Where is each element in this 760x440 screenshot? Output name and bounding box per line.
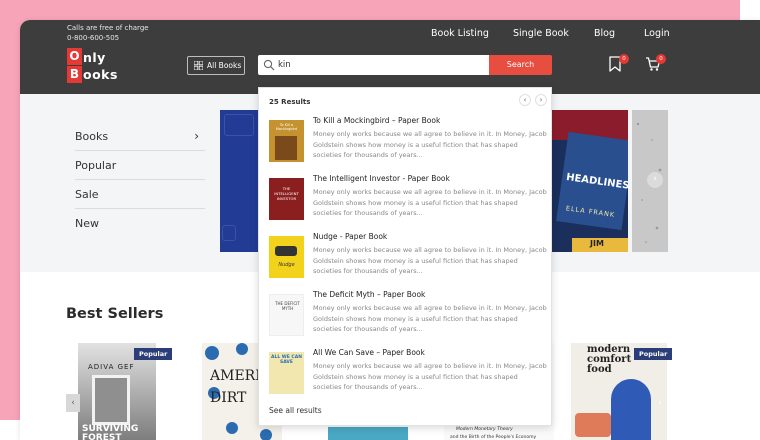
logo-word-2: ooks — [83, 67, 118, 82]
result-title: The Intelligent Investor - Paper Book — [313, 174, 450, 183]
nav-blog[interactable]: Blog — [594, 28, 615, 39]
all-books-label: All Books — [207, 61, 242, 70]
book-thumbnail: To Kill a Mockingbird — [269, 120, 304, 162]
logo-letter-o: O — [67, 48, 82, 65]
category-sale[interactable]: Sale — [75, 180, 205, 209]
results-prev-button[interactable]: ‹ — [519, 94, 531, 106]
category-sale-label: Sale — [75, 188, 99, 201]
wishlist-count-badge: 0 — [619, 54, 629, 64]
search-result-item[interactable]: Nudge Nudge - Paper Book Money only work… — [269, 232, 549, 288]
search-box — [258, 55, 490, 75]
thumb-title: ALL WE CAN SAVE — [271, 355, 302, 365]
book-thumbnail: THE INTELLIGENT INVESTOR — [269, 178, 304, 220]
search-result-item[interactable]: THE INTELLIGENT INVESTOR The Intelligent… — [269, 174, 549, 230]
category-books[interactable]: Books › — [75, 122, 205, 151]
cart-button[interactable]: 0 — [645, 54, 666, 74]
carousel-next-arrow[interactable]: › — [653, 394, 667, 412]
collage-book-headlines: HEADLINES ELLA FRANK — [556, 131, 628, 231]
book-cover-figure — [611, 379, 651, 440]
category-popular[interactable]: Popular — [75, 151, 205, 180]
hero-next-arrow[interactable]: › — [647, 172, 663, 188]
wishlist-button[interactable]: 0 — [608, 54, 629, 74]
chevron-right-icon: › — [194, 129, 199, 143]
thumb-title: To Kill a Mockingbird — [275, 123, 298, 131]
book-title: modern comfort food — [587, 344, 632, 375]
grid-icon — [194, 61, 203, 70]
result-title: To Kill a Mockingbird – Paper Book — [313, 116, 441, 125]
book-thumbnail: ALL WE CAN SAVE — [269, 352, 304, 394]
see-all-results-link[interactable]: See all results — [269, 406, 322, 415]
search-result-item[interactable]: THE DEFICIT MYTH The Deficit Myth – Pape… — [269, 290, 549, 346]
thumb-title: THE DEFICIT MYTH — [275, 301, 300, 311]
popular-badge: Popular — [634, 348, 673, 360]
result-description: Money only works because we all agree to… — [313, 130, 547, 159]
calls-free-text: Calls are free of charge — [67, 24, 149, 32]
thumb-art — [275, 246, 297, 256]
search-result-item[interactable]: To Kill a Mockingbird To Kill a Mockingb… — [269, 116, 549, 172]
site-logo[interactable]: O nly B ooks — [67, 48, 137, 84]
results-count: 25 Results — [269, 98, 311, 106]
phone-number[interactable]: 0-800-600-505 — [67, 33, 149, 43]
nav-single-book[interactable]: Single Book — [513, 28, 569, 39]
result-description: Money only works because we all agree to… — [313, 304, 547, 333]
contact-info: Calls are free of charge 0-800-600-505 — [67, 23, 149, 43]
book-subtitle-line1: Modern Monetary Theory — [456, 427, 513, 432]
book-thumbnail: THE DEFICIT MYTH — [269, 294, 304, 336]
search-results-dropdown: 25 Results ‹ › To Kill a Mockingbird To … — [258, 87, 552, 426]
search-icon — [263, 59, 275, 71]
result-description: Money only works because we all agree to… — [313, 188, 547, 217]
thumb-title: Nudge — [278, 262, 295, 268]
results-next-button[interactable]: › — [535, 94, 547, 106]
hero-book-collage[interactable]: HEADLINES ELLA FRANK JIM — [552, 110, 628, 252]
banner-decoration — [222, 225, 236, 241]
headlines-author: ELLA FRANK — [565, 204, 616, 220]
search-button[interactable]: Search — [489, 55, 552, 75]
logo-letter-b: B — [67, 66, 82, 83]
book-cover-strip — [328, 427, 408, 440]
thumb-art — [275, 136, 297, 160]
thumb-title: THE INTELLIGENT INVESTOR — [274, 186, 299, 201]
search-result-item[interactable]: ALL WE CAN SAVE All We Can Save – Paper … — [269, 348, 549, 404]
category-new-label: New — [75, 217, 99, 230]
banner-decoration — [224, 114, 254, 136]
search-input[interactable] — [278, 57, 483, 73]
carousel-prev-arrow[interactable]: ‹ — [66, 394, 80, 412]
site-header: Calls are free of charge 0-800-600-505 B… — [20, 20, 760, 94]
category-new[interactable]: New — [75, 209, 205, 238]
book-thumbnail: Nudge — [269, 236, 304, 278]
headlines-title: HEADLINES — [565, 172, 628, 192]
all-books-button[interactable]: All Books — [187, 56, 245, 75]
result-description: Money only works because we all agree to… — [313, 246, 547, 275]
book-portrait — [92, 375, 130, 425]
nav-book-listing[interactable]: Book Listing — [431, 28, 489, 39]
collage-book-bottom: JIM — [572, 238, 628, 252]
book-title: SURVIVING FOREST — [82, 424, 139, 440]
result-title: Nudge - Paper Book — [313, 232, 388, 241]
result-title: The Deficit Myth – Paper Book — [313, 290, 426, 299]
nav-login[interactable]: Login — [644, 28, 670, 39]
popular-badge: Popular — [134, 348, 173, 360]
category-menu: Books › Popular Sale New — [75, 122, 205, 238]
category-books-label: Books — [75, 130, 109, 143]
cart-count-badge: 0 — [656, 54, 666, 64]
result-description: Money only works because we all agree to… — [313, 362, 547, 391]
book-subtitle-line2: and the Birth of the People's Economy — [450, 435, 537, 440]
collage-tag: JIM — [590, 239, 604, 248]
logo-word-1: nly — [83, 50, 106, 65]
result-title: All We Can Save – Paper Book — [313, 348, 425, 357]
browser-window: Calls are free of charge 0-800-600-505 B… — [20, 20, 760, 440]
best-sellers-title: Best Sellers — [66, 306, 164, 322]
book-cover-dish — [575, 413, 611, 437]
category-popular-label: Popular — [75, 159, 117, 172]
book-author: ADIVA GEF — [88, 363, 135, 371]
